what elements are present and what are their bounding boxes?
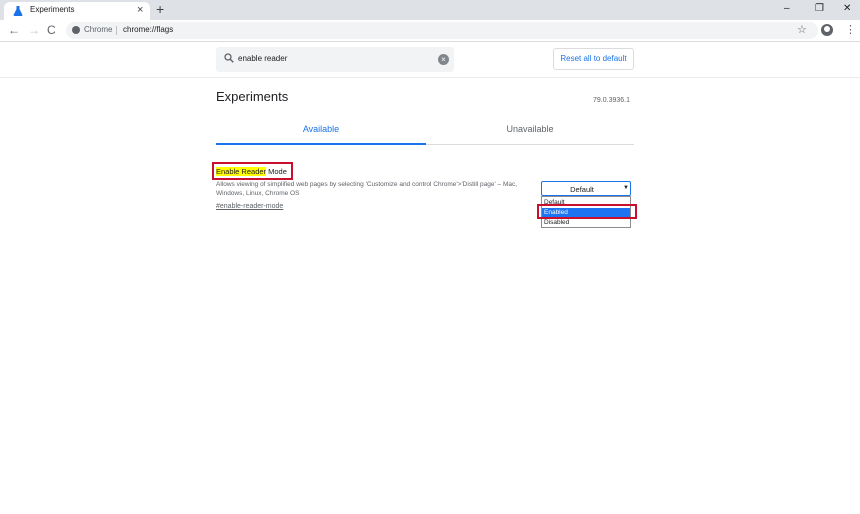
option-disabled[interactable]: Disabled	[542, 218, 630, 227]
search-icon	[224, 53, 234, 63]
reset-all-button[interactable]: Reset all to default	[553, 48, 634, 70]
flag-anchor-link[interactable]: #enable-reader-mode	[216, 203, 283, 210]
page-title: Experiments	[216, 89, 289, 104]
version-label: 79.0.3936.1	[593, 97, 630, 104]
omnibox-divider	[116, 26, 117, 35]
flag-description: Allows viewing of simplified web pages b…	[216, 181, 518, 197]
tab-close-icon[interactable]: ×	[137, 3, 143, 17]
dropdown-arrow-icon: ▼	[623, 185, 629, 191]
select-value: Default	[570, 185, 594, 194]
clear-search-icon[interactable]: ×	[438, 54, 449, 65]
forward-button[interactable]: →	[28, 23, 40, 37]
profile-avatar-icon[interactable]	[821, 24, 833, 36]
new-tab-button[interactable]: +	[156, 1, 164, 17]
flag-title: Enable Reader Mode	[216, 167, 287, 176]
active-tab-indicator	[216, 143, 426, 145]
flask-icon	[13, 6, 23, 16]
search-value: enable reader	[238, 54, 288, 63]
url-text: chrome://flags	[123, 25, 174, 34]
browser-tab[interactable]: Experiments ×	[4, 2, 150, 20]
tab-available[interactable]: Available	[216, 124, 426, 144]
restore-button[interactable]: ❐	[815, 2, 824, 16]
flag-title-highlight: Enable Reader	[216, 167, 267, 176]
minimize-button[interactable]: –	[784, 2, 790, 16]
chrome-icon	[72, 26, 80, 34]
tab-unavailable[interactable]: Unavailable	[426, 124, 634, 144]
tab-title: Experiments	[30, 5, 75, 14]
bookmark-star-icon[interactable]: ☆	[797, 23, 807, 37]
address-bar[interactable]: Chrome chrome://flags	[66, 22, 818, 39]
close-window-button[interactable]: ✕	[843, 2, 851, 16]
tab-strip: Experiments × + – ❐ ✕	[0, 0, 860, 20]
search-input[interactable]: enable reader ×	[216, 47, 454, 72]
site-label: Chrome	[84, 25, 113, 34]
reload-button[interactable]: C	[47, 23, 56, 37]
flag-title-rest: Mode	[266, 167, 287, 176]
browser-toolbar: ← → C Chrome chrome://flags	[0, 20, 860, 42]
enabled-option-annotation	[537, 204, 637, 219]
menu-icon[interactable]: ⋮	[845, 23, 856, 37]
flag-state-select[interactable]: Default ▼	[541, 181, 631, 196]
back-button[interactable]: ←	[8, 23, 20, 37]
